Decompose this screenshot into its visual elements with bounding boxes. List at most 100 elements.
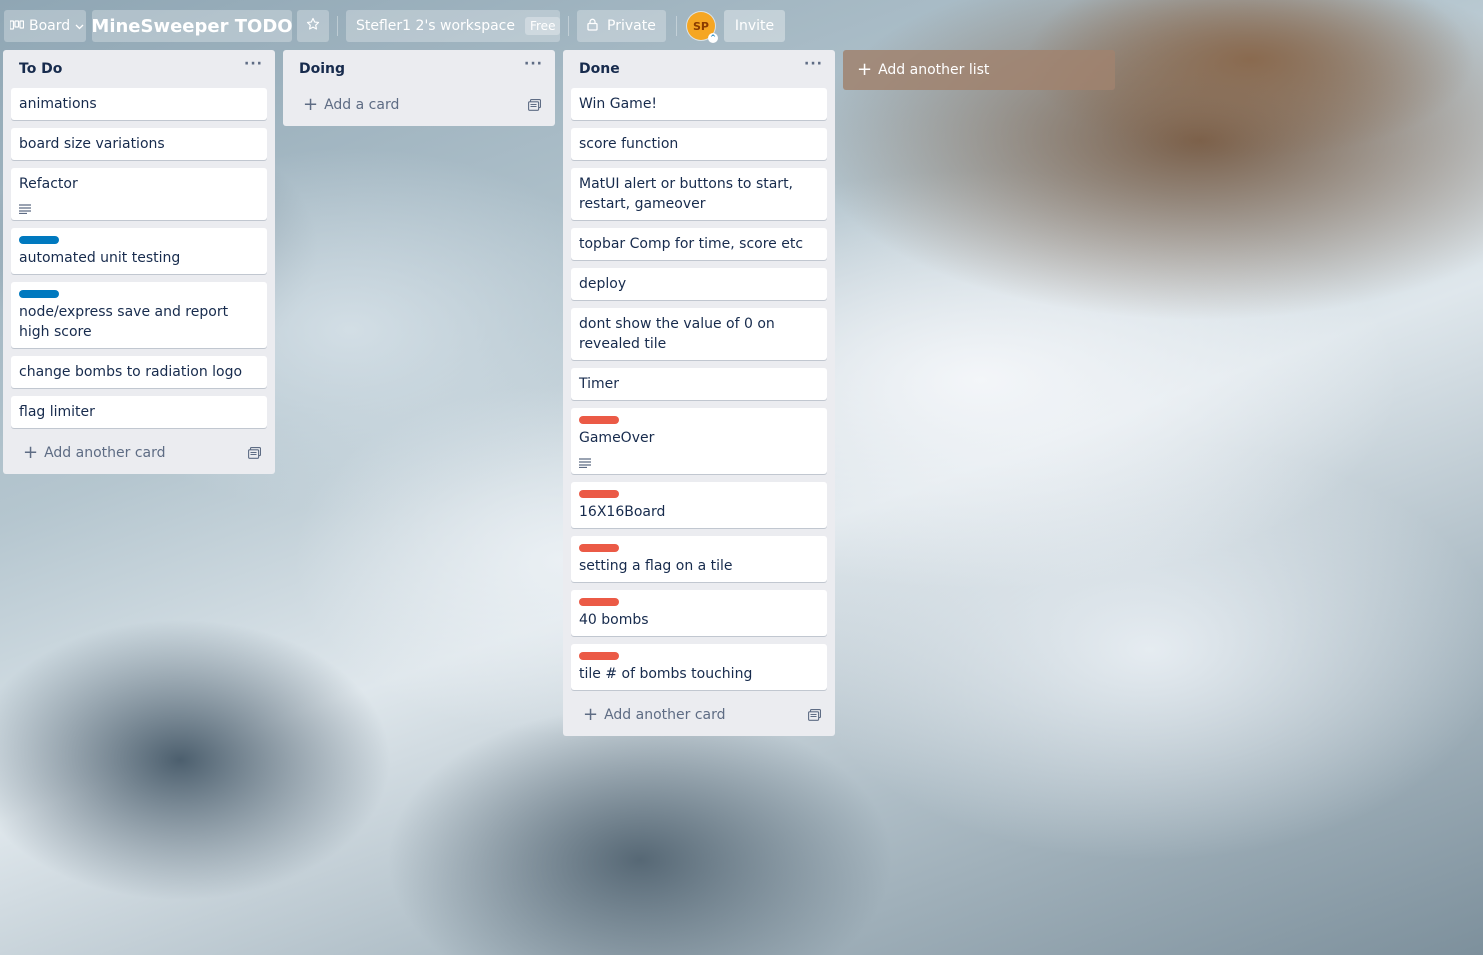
card[interactable]: 40 bombs [571, 590, 827, 636]
card-template-icon[interactable] [808, 709, 822, 725]
list-title[interactable]: Doing [299, 61, 345, 77]
card-title: automated unit testing [19, 250, 181, 266]
list-done: Done ··· Win Game! score function MatUI … [563, 50, 835, 736]
list-title[interactable]: To Do [19, 61, 62, 77]
add-card-label: Add another card [44, 445, 166, 461]
visibility-button[interactable]: Private [577, 10, 666, 42]
description-icon [19, 200, 259, 215]
admin-chevron-icon: ^ [708, 33, 718, 43]
add-card-button[interactable]: + Add a card [303, 96, 399, 114]
plus-icon: + [23, 442, 39, 463]
avatar-initials: SP [693, 19, 709, 33]
board-view-switcher[interactable]: Board [4, 10, 86, 42]
card[interactable]: dont show the value of 0 on revealed til… [571, 308, 827, 360]
card-title: tile # of bombs touching [579, 666, 753, 682]
card-title: change bombs to radiation logo [19, 364, 243, 380]
card[interactable]: score function [571, 128, 827, 160]
card[interactable]: Win Game! [571, 88, 827, 120]
add-card-button[interactable]: + Add another card [583, 706, 726, 724]
card-title: Refactor [19, 176, 78, 192]
workspace-label: Stefler1 2's workspace [356, 18, 515, 34]
workspace-button[interactable]: Stefler1 2's workspace Free [346, 10, 561, 42]
card-label-blue[interactable] [19, 236, 59, 244]
plan-badge: Free [524, 17, 561, 35]
board-header: Board MineSweeper TODO Stefler1 2's work… [0, 0, 1483, 52]
plus-icon: + [303, 94, 319, 115]
card[interactable]: board size variations [11, 128, 267, 160]
card[interactable]: MatUI alert or buttons to start, restart… [571, 168, 827, 220]
list-footer: + Add a card [283, 88, 555, 126]
card-title: board size variations [19, 136, 165, 152]
card-title: setting a flag on a tile [579, 558, 733, 574]
card[interactable]: node/express save and report high score [11, 282, 267, 348]
card-template-icon[interactable] [248, 447, 262, 463]
add-list-button[interactable]: + Add another list [843, 50, 1115, 90]
card-title: score function [579, 136, 679, 152]
chevron-down-icon [75, 18, 84, 34]
lock-icon [587, 18, 598, 35]
card-title: topbar Comp for time, score etc [579, 236, 804, 252]
list-footer: + Add another card [3, 436, 275, 474]
card-title: 16X16Board [579, 504, 666, 520]
card-list: animations board size variations Refacto… [3, 88, 275, 428]
star-icon [306, 17, 320, 35]
board-view-label: Board [29, 18, 71, 34]
card-list: Win Game! score function MatUI alert or … [563, 88, 835, 690]
star-button[interactable] [297, 10, 329, 42]
card[interactable]: deploy [571, 268, 827, 300]
card-label-red[interactable] [579, 490, 619, 498]
card-title: GameOver [579, 430, 655, 446]
card-title: animations [19, 96, 97, 112]
list-menu-icon[interactable]: ··· [244, 56, 263, 72]
card-label-blue[interactable] [19, 290, 59, 298]
card-title: flag limiter [19, 404, 95, 420]
list-footer: + Add another card [563, 698, 835, 736]
list-title[interactable]: Done [579, 61, 620, 77]
header-divider [568, 16, 569, 36]
add-list-label: Add another list [878, 62, 990, 78]
card[interactable]: tile # of bombs touching [571, 644, 827, 690]
card-template-icon[interactable] [528, 99, 542, 115]
avatar[interactable]: SP ^ [687, 12, 718, 43]
header-divider [337, 16, 338, 36]
add-card-label: Add another card [604, 707, 726, 723]
card[interactable]: automated unit testing [11, 228, 267, 274]
description-icon [579, 454, 819, 469]
card[interactable]: Timer [571, 368, 827, 400]
card-title: Win Game! [579, 96, 658, 112]
plus-icon: + [857, 59, 873, 80]
card[interactable]: 16X16Board [571, 482, 827, 528]
card[interactable]: flag limiter [11, 396, 267, 428]
card-title: Timer [579, 376, 620, 392]
card[interactable]: Refactor [11, 168, 267, 220]
card-label-red[interactable] [579, 416, 619, 424]
card-label-red[interactable] [579, 652, 619, 660]
list-doing: Doing ··· + Add a card [283, 50, 555, 126]
card-label-red[interactable] [579, 544, 619, 552]
invite-button[interactable]: Invite [724, 10, 785, 42]
board-title[interactable]: MineSweeper TODO [91, 10, 293, 42]
card-title: dont show the value of 0 on revealed til… [579, 316, 775, 352]
add-card-button[interactable]: + Add another card [23, 444, 166, 462]
list-menu-icon[interactable]: ··· [524, 56, 543, 72]
card-title: 40 bombs [579, 612, 649, 628]
card-title: deploy [579, 276, 627, 292]
card[interactable]: setting a flag on a tile [571, 536, 827, 582]
card-title: MatUI alert or buttons to start, restart… [579, 176, 794, 212]
visibility-label: Private [607, 18, 656, 34]
list-header: Done ··· [563, 50, 835, 88]
add-card-label: Add a card [324, 97, 400, 113]
card[interactable]: animations [11, 88, 267, 120]
card[interactable]: change bombs to radiation logo [11, 356, 267, 388]
card[interactable]: GameOver [571, 408, 827, 474]
list-header: To Do ··· [3, 50, 275, 88]
card-title: node/express save and report high score [19, 304, 229, 340]
list-todo: To Do ··· animations board size variatio… [3, 50, 275, 474]
board-view-icon [9, 18, 25, 34]
card[interactable]: topbar Comp for time, score etc [571, 228, 827, 260]
header-divider [676, 16, 677, 36]
list-menu-icon[interactable]: ··· [804, 56, 823, 72]
plus-icon: + [583, 704, 599, 725]
card-label-red[interactable] [579, 598, 619, 606]
list-header: Doing ··· [283, 50, 555, 88]
